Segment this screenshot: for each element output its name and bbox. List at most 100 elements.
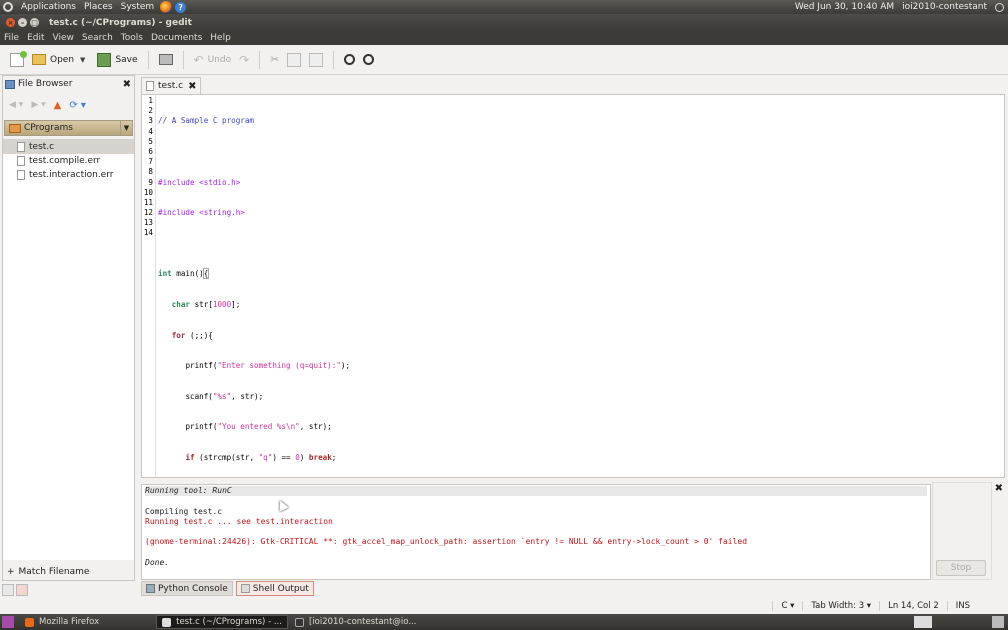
code-token: ) xyxy=(299,452,309,462)
shell-output[interactable]: Running tool: RunC Compiling test.c Runn… xyxy=(141,484,931,580)
code-editor[interactable]: 1 2 3 4 5 6 7 8 9 10 11 12 13 14 // A Sa… xyxy=(141,94,1005,523)
save-button[interactable]: Save xyxy=(93,49,141,71)
print-button[interactable] xyxy=(155,49,177,71)
task-firefox[interactable]: Mozilla Firefox xyxy=(20,615,104,629)
match-filename-toggle[interactable]: + Match Filename xyxy=(3,566,89,578)
side-panel-tabs xyxy=(2,582,28,598)
paste-icon xyxy=(309,52,324,67)
menu-help[interactable]: Help xyxy=(206,33,235,43)
tab-python-console[interactable]: Python Console xyxy=(141,581,233,596)
chevron-down-icon[interactable]: ▼ xyxy=(120,121,132,135)
places-menu[interactable]: Places xyxy=(80,2,117,12)
workspace-switcher-icon[interactable] xyxy=(914,616,932,628)
file-list: test.c test.compile.err test.interaction… xyxy=(3,139,134,560)
ubuntu-logo-icon[interactable] xyxy=(3,2,13,12)
file-item[interactable]: test.interaction.err xyxy=(3,168,134,182)
file-name: test.compile.err xyxy=(29,156,101,166)
clock[interactable]: Wed Jun 30, 10:40 AM xyxy=(791,2,898,12)
language-selector[interactable]: C ▾ xyxy=(772,601,802,611)
tab-test-c[interactable]: test.c ✖ xyxy=(141,77,202,94)
minimize-window-button[interactable]: – xyxy=(18,18,27,27)
close-window-button[interactable]: × xyxy=(6,18,15,27)
undo-button[interactable]: ↶ Undo xyxy=(190,49,236,71)
find-replace-icon xyxy=(363,54,375,65)
line-number: 6 xyxy=(148,146,153,156)
toolbar-separator xyxy=(259,50,261,69)
system-menu[interactable]: System xyxy=(117,2,159,12)
open-recent-dropdown[interactable]: ▼ xyxy=(80,56,85,64)
folder-open-icon xyxy=(32,54,46,65)
expander-plus-icon: + xyxy=(7,567,15,577)
string: "Enter something (q=quit):" xyxy=(217,361,341,371)
file-name: test.interaction.err xyxy=(29,170,114,180)
new-document-icon xyxy=(10,50,27,67)
menu-file[interactable]: File xyxy=(0,33,23,43)
new-button[interactable] xyxy=(6,49,28,71)
preprocessor: #include <string.h> xyxy=(158,208,245,218)
python-icon xyxy=(146,584,155,593)
find-button[interactable] xyxy=(340,49,359,71)
task-gedit[interactable]: test.c (~/CPrograms) - ... xyxy=(156,615,288,629)
file-item[interactable]: test.c xyxy=(3,140,134,154)
undo-label: Undo xyxy=(207,54,232,65)
stop-button[interactable]: Stop xyxy=(936,560,986,576)
up-folder-icon[interactable]: ▲ xyxy=(54,100,62,111)
line-number: 8 xyxy=(148,167,153,177)
print-icon xyxy=(158,54,173,65)
insert-mode: INS xyxy=(946,601,978,611)
tab-width-selector[interactable]: Tab Width: 3 ▾ xyxy=(802,601,879,611)
code-line: if (strcmp(str, "q") == 0) break; xyxy=(158,453,1004,463)
close-bottom-panel-icon[interactable]: ✖ xyxy=(995,483,1003,494)
show-desktop-icon[interactable] xyxy=(2,616,14,628)
file-browser-tab-icon[interactable] xyxy=(16,584,28,596)
applications-menu[interactable]: Applications xyxy=(17,2,80,12)
firefox-launcher-icon[interactable] xyxy=(160,1,173,13)
menu-edit[interactable]: Edit xyxy=(23,33,48,43)
menu-tools[interactable]: Tools xyxy=(117,33,147,43)
file-icon xyxy=(17,156,25,166)
redo-button[interactable]: ↷ xyxy=(235,49,253,71)
string: "q" xyxy=(258,452,273,462)
tab-shell-output[interactable]: Shell Output xyxy=(235,581,314,596)
search-icon xyxy=(344,54,356,65)
maximize-window-button[interactable]: □ xyxy=(30,18,39,27)
power-icon[interactable] xyxy=(995,2,1004,12)
user-menu[interactable]: ioi2010-contestant xyxy=(898,2,991,12)
string: "You entered %s\n" xyxy=(217,422,300,432)
code-token: ); xyxy=(340,361,351,371)
forward-arrow-icon[interactable]: ▶ ▾ xyxy=(31,100,45,110)
menu-search[interactable]: Search xyxy=(78,33,117,43)
cursor-position: Ln 14, Col 2 xyxy=(879,601,947,611)
code-token: main() xyxy=(171,269,204,279)
replace-button[interactable] xyxy=(359,49,378,71)
keyword: break xyxy=(308,452,332,462)
menu-view[interactable]: View xyxy=(49,33,78,43)
line-number: 9 xyxy=(148,177,153,187)
code-token: scanf( xyxy=(185,391,213,401)
open-label: Open xyxy=(50,54,75,65)
task-terminal[interactable]: [ioi2010-contestant@io... xyxy=(290,615,421,629)
menu-bar: File Edit View Search Tools Documents He… xyxy=(0,31,1008,45)
code-text[interactable]: // A Sample C program #include <stdio.h>… xyxy=(156,95,1004,523)
line-number: 13 xyxy=(143,218,153,228)
copy-button[interactable] xyxy=(283,49,305,71)
line-number: 11 xyxy=(143,197,153,207)
folder-selector[interactable]: CPrograms ▼ xyxy=(4,120,133,136)
refresh-icon[interactable]: ⟳ ▾ xyxy=(69,100,86,111)
paste-button[interactable] xyxy=(305,49,327,71)
bottom-panel: Running tool: RunC Compiling test.c Runn… xyxy=(139,480,1005,598)
file-item[interactable]: test.compile.err xyxy=(3,154,134,168)
close-tab-icon[interactable]: ✖ xyxy=(188,81,196,92)
back-arrow-icon[interactable]: ◀ ▾ xyxy=(9,100,23,110)
trash-icon[interactable] xyxy=(992,616,1004,628)
cut-button[interactable]: ✂ xyxy=(266,49,283,71)
code-line: printf("Enter something (q=quit):"); xyxy=(158,361,1004,371)
help-launcher-icon[interactable]: ? xyxy=(175,1,187,13)
documents-tab-icon[interactable] xyxy=(2,584,14,596)
close-side-panel-icon[interactable]: ✖ xyxy=(123,79,131,90)
menu-documents[interactable]: Documents xyxy=(147,33,206,43)
number: 1000 xyxy=(212,299,232,309)
open-button[interactable]: Open xyxy=(28,49,78,71)
